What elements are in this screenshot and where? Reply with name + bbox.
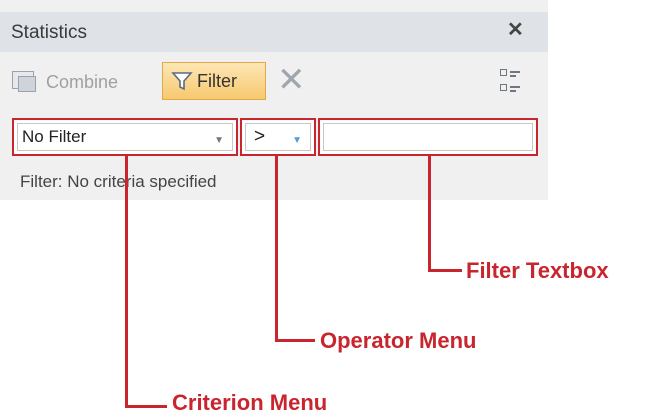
callout-filter-textbox: Filter Textbox [466,258,609,283]
filter-button[interactable]: Filter [162,62,266,100]
callout-line-operator [275,339,315,342]
criterion-value: No Filter [22,127,87,146]
operator-dropdown[interactable]: > ▼ [240,118,316,156]
close-icon[interactable]: ✕ [507,20,524,40]
funnel-icon [171,72,193,91]
criterion-dropdown[interactable]: No Filter ▼ [12,118,238,156]
view-options-icon[interactable] [500,67,520,97]
combine-button[interactable]: Combine [12,64,118,100]
filter-status-text: Filter: No criteria specified [20,172,217,191]
panel-title: Statistics [11,22,88,43]
callout-criterion-menu: Criterion Menu [172,390,328,415]
combine-icon [12,71,38,93]
callout-line-operator [275,156,278,342]
callout-operator-menu: Operator Menu [320,328,477,353]
chevron-down-icon: ▼ [292,135,302,146]
combine-label: Combine [46,71,119,92]
callout-line-criterion [125,405,167,408]
callout-line-criterion [125,156,128,408]
filter-label: Filter [197,70,237,91]
callout-line-textbox [428,156,431,272]
chevron-down-icon: ▼ [214,135,224,146]
callout-line-textbox [428,269,462,272]
filter-textbox[interactable] [318,118,538,156]
clear-filter-icon[interactable]: ✕ [277,60,306,100]
operator-value: > [254,126,266,147]
